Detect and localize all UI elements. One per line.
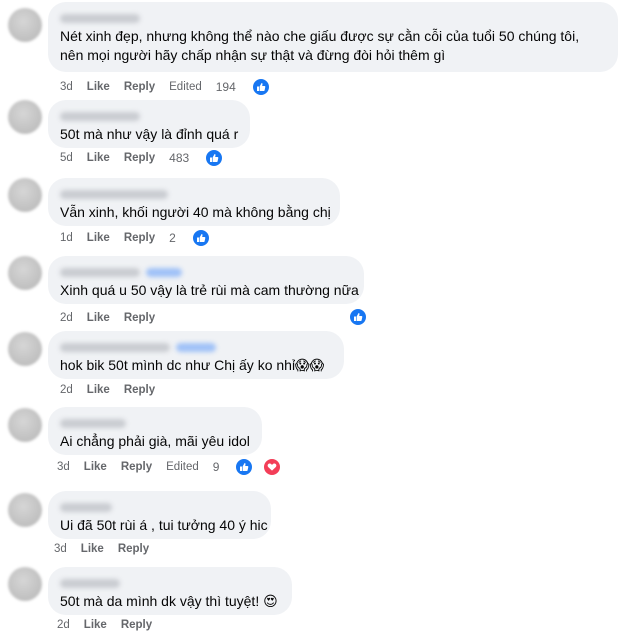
commenter-name-blurred[interactable] xyxy=(60,186,328,200)
comment-text-line: Ui đã 50t rùi á , tui tưởng 40 ý hic xyxy=(60,517,268,533)
commenter-name-blurred[interactable] xyxy=(60,339,332,353)
comment-bubble: 50t mà như vậy là đỉnh quá r xyxy=(48,100,250,148)
reaction-count[interactable]: 2 xyxy=(169,229,224,247)
reply-button[interactable]: Reply xyxy=(124,232,155,244)
comment-timestamp[interactable]: 3d xyxy=(60,81,73,93)
like-button[interactable]: Like xyxy=(87,152,110,164)
edited-label: Edited xyxy=(166,461,199,473)
comment-bubble: hok bik 50t mình dc như Chị ấy ko nhỉ😱😱 xyxy=(48,331,344,379)
comment-bubble: Ai chẳng phải già, mãi yêu idol xyxy=(48,407,262,455)
comment-bubble: Nét xinh đẹp, nhưng không thể nào che gi… xyxy=(48,2,618,72)
like-button[interactable]: Like xyxy=(87,81,110,93)
avatar[interactable] xyxy=(8,493,42,527)
avatar[interactable] xyxy=(8,8,42,42)
reaction-count-value: 2 xyxy=(169,231,176,245)
reaction-count[interactable]: 194 xyxy=(216,78,284,96)
like-button[interactable]: Like xyxy=(84,461,107,473)
like-button[interactable]: Like xyxy=(87,384,110,396)
heart-icon xyxy=(263,458,282,476)
comment-actions: 2d Like Reply xyxy=(60,381,169,399)
comment-bubble: Vẫn xinh, khối người 40 mà không bằng ch… xyxy=(48,178,340,226)
comment-bubble: 50t mà da mình dk vậy thì tuyệt! 😍 xyxy=(48,567,292,615)
thumbs-up-icon[interactable] xyxy=(349,308,367,326)
comment-actions: 5d Like Reply 483 xyxy=(60,149,237,167)
reaction-count[interactable]: 9 xyxy=(213,458,296,476)
comment-timestamp[interactable]: 3d xyxy=(57,461,70,473)
comment-text-line: 50t mà da mình dk vậy thì tuyệt! 😍 xyxy=(60,593,278,609)
comment-actions: 2d Like Reply xyxy=(57,616,166,634)
comment-timestamp[interactable]: 2d xyxy=(57,619,70,631)
like-button[interactable]: Like xyxy=(87,232,110,244)
reply-button[interactable]: Reply xyxy=(124,312,155,324)
comment-actions: 2d Like Reply xyxy=(60,309,169,327)
reaction-count-value: 9 xyxy=(212,460,220,474)
comment-actions: 1d Like Reply 2 xyxy=(60,229,224,247)
comment-text-line: hok bik 50t mình dc như Chị ấy ko nhỉ😱😱 xyxy=(60,357,325,373)
comment-actions: 3d Like Reply xyxy=(54,540,163,558)
reply-button[interactable]: Reply xyxy=(121,461,152,473)
comment-timestamp[interactable]: 5d xyxy=(60,152,73,164)
commenter-name-blurred[interactable] xyxy=(60,575,280,589)
thumbs-up-icon xyxy=(205,149,224,167)
thumbs-up-icon xyxy=(235,458,254,476)
reaction-count-value: 194 xyxy=(215,80,236,94)
edited-label: Edited xyxy=(169,81,202,93)
avatar[interactable] xyxy=(8,100,42,134)
commenter-name-blurred[interactable] xyxy=(60,415,250,429)
comment-text-line: Nét xinh đẹp, nhưng không thể nào che gi… xyxy=(60,28,580,44)
avatar[interactable] xyxy=(8,408,42,442)
comment-text-line: Ai chẳng phải già, mãi yêu idol xyxy=(60,433,250,449)
avatar[interactable] xyxy=(8,332,42,366)
like-button[interactable]: Like xyxy=(87,312,110,324)
comment-text-line: Xinh quá u 50 vậy là trẻ rùi mà cam thườ… xyxy=(60,282,359,298)
comment-timestamp[interactable]: 1d xyxy=(60,232,73,244)
like-button[interactable]: Like xyxy=(81,543,104,555)
avatar[interactable] xyxy=(8,567,42,601)
comment-timestamp[interactable]: 3d xyxy=(54,543,67,555)
comment-timestamp[interactable]: 2d xyxy=(60,384,73,396)
thumbs-up-icon xyxy=(251,78,270,96)
comment-text-line: Vẫn xinh, khối người 40 mà không bằng ch… xyxy=(60,204,331,220)
comment-actions: 3d Like Reply Edited 9 xyxy=(57,458,295,476)
commenter-name-blurred[interactable] xyxy=(60,10,606,24)
comment-text-line: nên mọi người hãy chấp nhận sự thật và đ… xyxy=(60,47,446,63)
like-button[interactable]: Like xyxy=(84,619,107,631)
avatar[interactable] xyxy=(8,178,42,212)
thumbs-up-icon xyxy=(191,229,210,247)
reaction-count[interactable]: 483 xyxy=(169,149,237,167)
comment-bubble: Xinh quá u 50 vậy là trẻ rùi mà cam thườ… xyxy=(48,256,364,304)
reply-button[interactable]: Reply xyxy=(124,81,155,93)
commenter-name-blurred[interactable] xyxy=(60,499,259,513)
reply-button[interactable]: Reply xyxy=(121,619,152,631)
reply-button[interactable]: Reply xyxy=(118,543,149,555)
reply-button[interactable]: Reply xyxy=(124,152,155,164)
comment-text-line: 50t mà như vậy là đỉnh quá r xyxy=(60,126,239,142)
commenter-name-blurred[interactable] xyxy=(60,108,238,122)
comment-bubble: Ui đã 50t rùi á , tui tưởng 40 ý hic xyxy=(48,491,271,539)
commenter-name-blurred[interactable] xyxy=(60,264,352,278)
reaction-count-value: 483 xyxy=(169,151,190,165)
reply-button[interactable]: Reply xyxy=(124,384,155,396)
avatar[interactable] xyxy=(8,256,42,290)
comment-actions: 3d Like Reply Edited 194 xyxy=(60,78,284,96)
comment-timestamp[interactable]: 2d xyxy=(60,312,73,324)
